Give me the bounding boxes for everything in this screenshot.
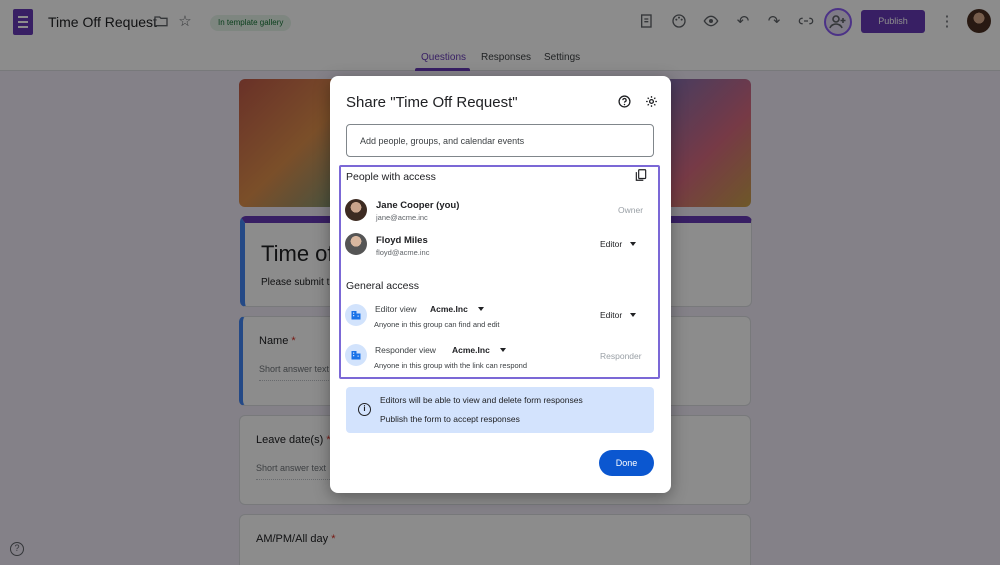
- person-name: Floyd Miles: [376, 235, 428, 246]
- done-button[interactable]: Done: [599, 450, 654, 476]
- domain-building-icon: [345, 304, 367, 326]
- dialog-title: Share "Time Off Request": [346, 94, 518, 111]
- help-icon[interactable]: [618, 95, 631, 108]
- caret-down-icon: [630, 313, 637, 317]
- avatar: [345, 233, 367, 255]
- org-dropdown[interactable]: Acme.Inc: [430, 304, 484, 314]
- caret-down-icon: [630, 242, 637, 246]
- settings-gear-icon[interactable]: [645, 95, 658, 108]
- org-dropdown[interactable]: Acme.Inc: [452, 345, 506, 355]
- info-banner: i Editors will be able to view and delet…: [346, 387, 654, 433]
- role-label: Owner: [618, 205, 644, 215]
- role-dropdown[interactable]: Editor: [600, 239, 637, 249]
- share-dialog: Share "Time Off Request" People with acc…: [330, 76, 671, 493]
- avatar: [345, 199, 367, 221]
- general-access-label: Editor view: [375, 304, 417, 314]
- person-email: jane@acme.inc: [376, 213, 428, 222]
- role-label: Responder: [600, 351, 642, 361]
- person-name: Jane Cooper (you): [376, 200, 460, 211]
- copy-icon[interactable]: [634, 168, 648, 182]
- people-with-access-heading: People with access: [346, 171, 436, 183]
- domain-building-icon: [345, 344, 367, 366]
- general-access-description: Anyone in this group can find and edit: [374, 320, 500, 329]
- general-access-label: Responder view: [375, 345, 436, 355]
- caret-down-icon: [477, 307, 484, 311]
- info-icon: i: [358, 403, 371, 416]
- caret-down-icon: [499, 348, 506, 352]
- info-text: Publish the form to accept responses: [380, 414, 520, 424]
- person-email: floyd@acme.inc: [376, 248, 430, 257]
- add-people-input[interactable]: [346, 124, 654, 157]
- role-dropdown[interactable]: Editor: [600, 310, 637, 320]
- general-access-description: Anyone in this group with the link can r…: [374, 361, 528, 370]
- general-access-heading: General access: [346, 280, 419, 292]
- info-text: Editors will be able to view and delete …: [380, 395, 583, 405]
